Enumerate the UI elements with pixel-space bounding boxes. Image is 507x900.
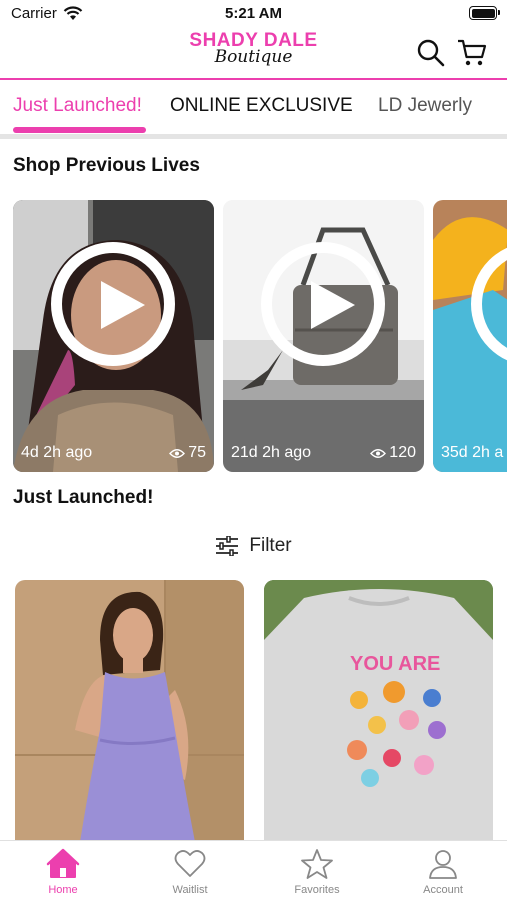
tab-just-launched[interactable]: Just Launched! [13, 95, 142, 117]
live-video-card[interactable]: 35d 2h a [433, 200, 507, 472]
live-age: 4d 2h ago [21, 444, 93, 461]
search-icon[interactable] [416, 38, 446, 68]
nav-waitlist[interactable]: Waitlist [145, 847, 235, 896]
section-title-just-launched: Just Launched! [13, 487, 154, 508]
account-icon [429, 850, 457, 879]
nav-waitlist-label: Waitlist [172, 884, 208, 896]
product-image-lavender-dress [15, 580, 244, 842]
play-icon[interactable] [51, 242, 175, 366]
live-video-card[interactable]: 21d 2h ago 120 [223, 200, 424, 472]
star-icon [301, 849, 333, 879]
live-views: 75 [169, 444, 206, 462]
bottom-tab-bar: Home Waitlist Favorites Account [0, 840, 507, 900]
sweatshirt-print-text: YOU ARE [350, 653, 440, 675]
live-view-count: 75 [188, 444, 206, 461]
tab-ld-jewerly[interactable]: LD Jewerly [378, 95, 472, 117]
brand-logo[interactable]: SHADY DALE Boutique [170, 31, 337, 77]
filter-button[interactable]: Filter [0, 533, 507, 559]
heart-icon [174, 850, 206, 877]
nav-home[interactable]: Home [18, 847, 108, 896]
live-video-card[interactable]: 4d 2h ago 75 [13, 200, 214, 472]
category-tabs: Just Launched! ONLINE EXCLUSIVE LD Jewer… [0, 82, 507, 138]
play-icon[interactable] [261, 242, 385, 366]
live-meta: 21d 2h ago 120 [231, 444, 416, 462]
active-tab-indicator [13, 127, 146, 133]
tab-online-exclusive[interactable]: ONLINE EXCLUSIVE [170, 95, 353, 117]
live-views: 120 [370, 444, 416, 462]
battery-icon [469, 6, 500, 20]
nav-favorites[interactable]: Favorites [272, 847, 362, 896]
filter-label: Filter [249, 535, 292, 556]
product-card[interactable]: YOU ARE [264, 580, 493, 842]
live-meta: 35d 2h a [441, 444, 507, 462]
status-bar: Carrier 5:21 AM [0, 0, 507, 28]
live-view-count: 120 [389, 444, 416, 461]
live-age: 21d 2h ago [231, 444, 312, 461]
eye-icon [169, 448, 186, 458]
app-header: SHADY DALE Boutique [0, 28, 507, 80]
tabs-divider [0, 134, 507, 139]
clock: 5:21 AM [225, 5, 282, 22]
nav-favorites-label: Favorites [294, 884, 340, 896]
live-age: 35d 2h a [441, 444, 504, 461]
nav-account-label: Account [423, 884, 463, 896]
cart-icon[interactable] [457, 38, 487, 68]
eye-icon [370, 448, 387, 458]
product-image-smiley-sweatshirt: YOU ARE [264, 580, 493, 842]
product-card[interactable] [15, 580, 244, 842]
live-meta: 4d 2h ago 75 [21, 444, 206, 462]
previous-lives-carousel[interactable]: 4d 2h ago 75 21d 2h ago 120 35d 2h a [0, 200, 507, 472]
home-icon [46, 848, 80, 878]
nav-home-label: Home [48, 884, 78, 896]
section-title-previous-lives: Shop Previous Lives [13, 155, 200, 176]
nav-account[interactable]: Account [398, 847, 488, 896]
sliders-icon [216, 536, 239, 556]
